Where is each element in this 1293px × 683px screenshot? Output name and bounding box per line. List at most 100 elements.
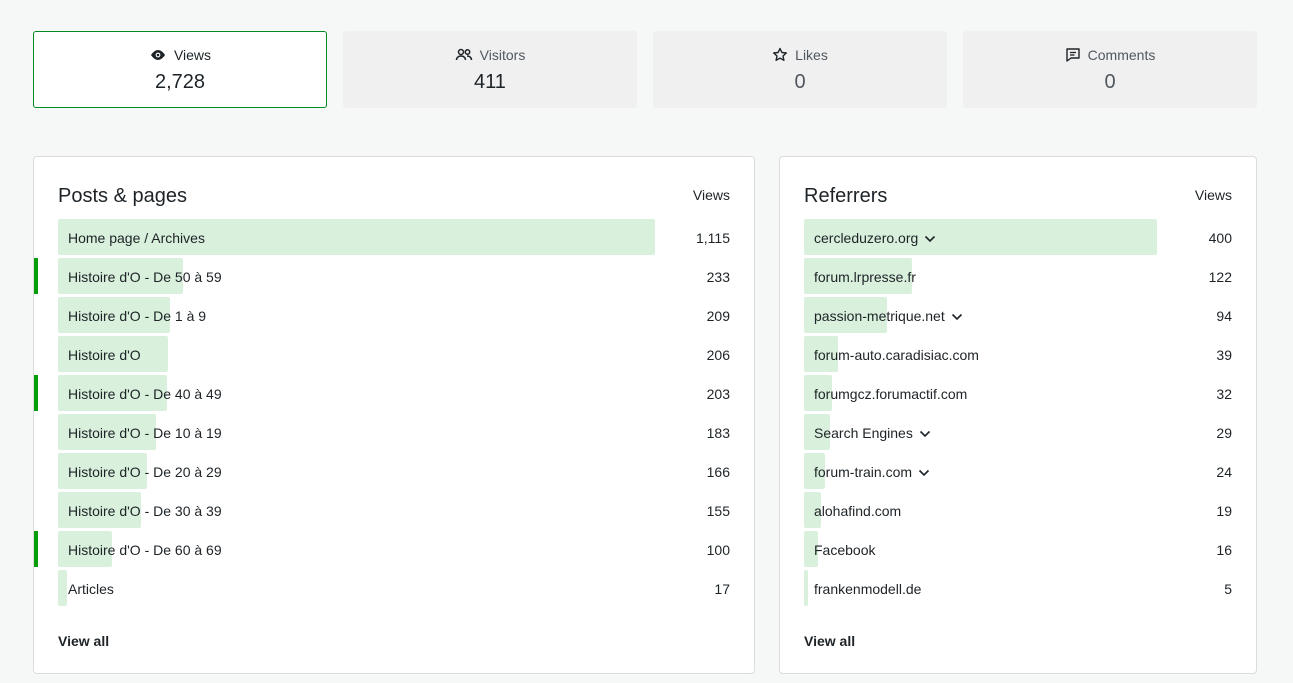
row-count: 32 (1216, 385, 1232, 402)
referrer-row[interactable]: frankenmodell.de 5 (804, 570, 1232, 607)
row-label[interactable]: cercleduzero.org (804, 230, 936, 246)
people-icon (455, 48, 473, 62)
row-label-text: Histoire d'O - De 20 à 29 (68, 463, 222, 480)
views-tile-label: Views (173, 47, 212, 63)
visitors-tile-value: 411 (474, 71, 506, 93)
row-label[interactable]: alohafind.com (804, 503, 901, 519)
row-label-text: Articles (68, 580, 114, 597)
row-label[interactable]: Histoire d'O - De 50 à 59 (58, 269, 222, 285)
comments-tile-label: Comments (1087, 47, 1156, 63)
highlight-marker (34, 531, 38, 567)
posts-view-all-link[interactable]: View all (58, 633, 109, 649)
referrers-view-all-link[interactable]: View all (804, 633, 855, 649)
posts-column-label: Views (692, 187, 730, 203)
referrer-row[interactable]: forum-auto.caradisiac.com 39 (804, 336, 1232, 373)
referrer-row[interactable]: forum-train.com 24 (804, 453, 1232, 490)
row-count: 100 (706, 541, 730, 558)
likes-tile-label: Likes (795, 47, 828, 63)
row-count: 39 (1216, 346, 1232, 363)
chevron-down-icon[interactable] (919, 425, 931, 441)
post-row[interactable]: Histoire d'O - De 50 à 59 233 (34, 258, 730, 295)
row-count: 155 (706, 502, 730, 519)
referrer-row[interactable]: alohafind.com 19 (804, 492, 1232, 529)
post-row[interactable]: Histoire d'O - De 40 à 49 203 (34, 375, 730, 412)
row-label[interactable]: forum-auto.caradisiac.com (804, 347, 979, 363)
row-label[interactable]: Histoire d'O - De 20 à 29 (58, 464, 222, 480)
post-row[interactable]: Histoire d'O - De 60 à 69 100 (34, 531, 730, 568)
row-count: 16 (1216, 541, 1232, 558)
chevron-down-icon[interactable] (951, 308, 963, 324)
row-count: 166 (706, 463, 730, 480)
referrer-row[interactable]: forum.lrpresse.fr 122 (804, 258, 1232, 295)
post-row[interactable]: Histoire d'O - De 1 à 9 209 (58, 297, 730, 334)
row-label[interactable]: Histoire d'O - De 30 à 39 (58, 503, 222, 519)
comments-tile[interactable]: Comments 0 (963, 31, 1257, 108)
row-count: 5 (1224, 580, 1232, 597)
row-count: 206 (706, 346, 730, 363)
visitors-tile[interactable]: Visitors 411 (343, 31, 637, 108)
referrer-row[interactable]: cercleduzero.org 400 (804, 219, 1232, 256)
row-label[interactable]: Search Engines (804, 425, 931, 441)
post-row[interactable]: Histoire d'O - De 10 à 19 183 (58, 414, 730, 451)
row-count: 209 (706, 307, 730, 324)
referrer-row[interactable]: forumgcz.forumactif.com 32 (804, 375, 1232, 412)
row-count: 94 (1216, 307, 1232, 324)
post-row[interactable]: Histoire d'O 206 (58, 336, 730, 373)
post-row[interactable]: Home page / Archives 1,115 (58, 219, 730, 256)
row-count: 183 (706, 424, 730, 441)
highlight-marker (34, 258, 38, 294)
row-label[interactable]: Home page / Archives (58, 230, 205, 246)
referrer-row[interactable]: passion-metrique.net 94 (804, 297, 1232, 334)
row-count: 203 (706, 385, 730, 402)
posts-card: Posts & pages Views Home page / Archives… (33, 156, 755, 674)
row-label[interactable]: forumgcz.forumactif.com (804, 386, 967, 402)
row-label-text: forumgcz.forumactif.com (814, 385, 968, 402)
row-label[interactable]: forum.lrpresse.fr (804, 269, 916, 285)
row-label-text: cercleduzero.org (814, 229, 919, 246)
chevron-down-icon[interactable] (924, 230, 936, 246)
row-label[interactable]: Histoire d'O - De 10 à 19 (58, 425, 222, 441)
row-label-text: Histoire d'O (68, 346, 141, 363)
likes-tile[interactable]: Likes 0 (653, 31, 947, 108)
chevron-down-icon[interactable] (918, 464, 930, 480)
row-label-text: Histoire d'O - De 10 à 19 (68, 424, 222, 441)
row-count: 233 (706, 268, 730, 285)
post-row[interactable]: Histoire d'O - De 30 à 39 155 (58, 492, 730, 529)
row-label-text: Home page / Archives (68, 229, 205, 246)
referrers-card: Referrers Views cercleduzero.org 400 forum… (779, 156, 1257, 674)
comment-icon (1065, 47, 1081, 63)
row-label-text: forum-auto.caradisiac.com (814, 346, 979, 363)
row-label-text: forum-train.com (814, 463, 913, 480)
star-icon (772, 47, 788, 63)
row-label[interactable]: Histoire d'O - De 40 à 49 (58, 386, 222, 402)
posts-title: Posts & pages (58, 185, 187, 207)
stats-page: Views 2,728 Visitors 411 Likes 0 Comment… (0, 0, 1293, 683)
visitors-tile-label: Visitors (479, 47, 526, 63)
row-count: 24 (1216, 463, 1232, 480)
row-label-text: forum.lrpresse.fr (814, 268, 916, 285)
row-count: 17 (714, 580, 730, 597)
row-label-text: alohafind.com (814, 502, 902, 519)
row-count: 122 (1208, 268, 1232, 285)
row-label[interactable]: forum-train.com (804, 464, 930, 480)
row-label[interactable]: Histoire d'O (58, 347, 141, 363)
row-label[interactable]: Facebook (804, 542, 875, 558)
referrers-column-label: Views (1194, 187, 1232, 203)
row-label-text: Search Engines (814, 424, 913, 441)
referrer-row[interactable]: Search Engines 29 (804, 414, 1232, 451)
row-label-text: Facebook (814, 541, 876, 558)
row-label[interactable]: Histoire d'O - De 60 à 69 (58, 542, 222, 558)
row-label[interactable]: Histoire d'O - De 1 à 9 (58, 308, 206, 324)
post-row[interactable]: Histoire d'O - De 20 à 29 166 (58, 453, 730, 490)
row-label[interactable]: frankenmodell.de (804, 581, 921, 597)
row-label-text: passion-metrique.net (814, 307, 945, 324)
likes-tile-value: 0 (794, 71, 806, 93)
views-tile[interactable]: Views 2,728 (33, 31, 327, 108)
post-row[interactable]: Articles 17 (58, 570, 730, 607)
referrer-row[interactable]: Facebook 16 (804, 531, 1232, 568)
referrers-list: cercleduzero.org 400 forum.lrpresse.fr 122 p… (804, 219, 1232, 609)
row-label-text: frankenmodell.de (814, 580, 922, 597)
row-label[interactable]: Articles (58, 581, 114, 597)
row-label[interactable]: passion-metrique.net (804, 308, 963, 324)
row-count: 19 (1216, 502, 1232, 519)
